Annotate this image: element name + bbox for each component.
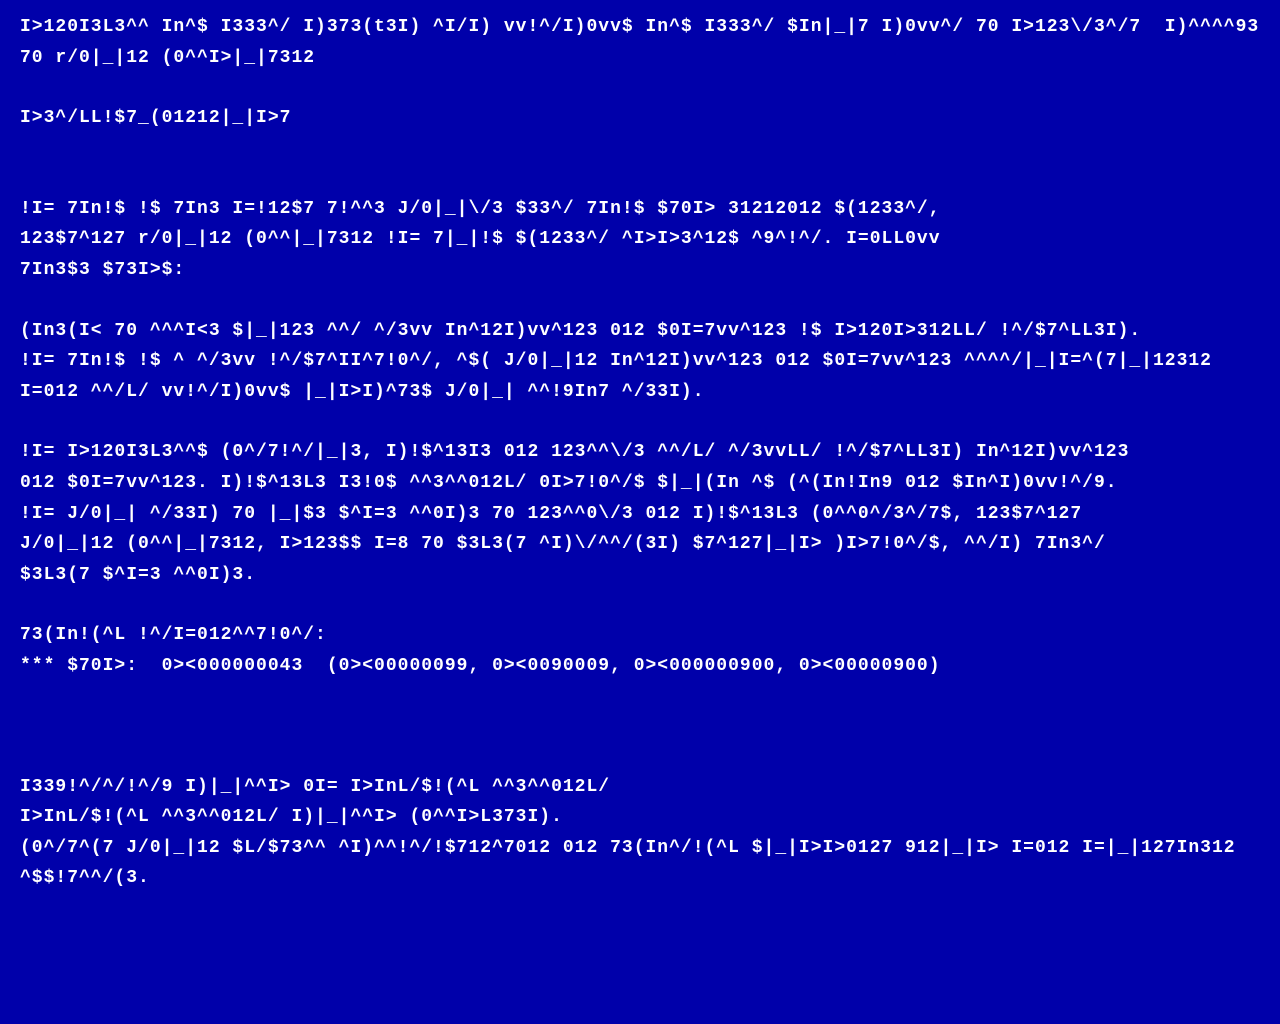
bsod-line-3: I>3^/LL!$7_(01212|_|I>7 [20,103,1260,134]
bsod-line-16: !I= J/0|_| ^/33I) 70 |_|$3 $^I=3 ^^0I)3 … [20,499,1260,530]
bsod-line-23 [20,712,1260,742]
bsod-line-11: !I= 7In!$ !$ ^ ^/3vv !^/$7^II^7!0^/, ^$(… [20,346,1260,377]
bsod-line-0: I>120I3L3^^ In^$ I333^/ I)373(t3I) ^I/I)… [20,12,1260,43]
bsod-line-24 [20,742,1260,772]
bsod-line-13 [20,407,1260,437]
bsod-line-19 [20,590,1260,620]
bsod-line-27: (0^/7^(7 J/0|_|12 $L/$73^^ ^I)^^!^/!$712… [20,833,1260,864]
bsod-line-15: 012 $0I=7vv^123. I)!$^13L3 I3!0$ ^^3^^01… [20,468,1260,499]
bsod-line-17: J/0|_|12 (0^^|_|7312, I>123$$ I=8 70 $3L… [20,529,1260,560]
bsod-line-21: *** $70I>: 0><000000043 (0><00000099, 0>… [20,651,1260,682]
bsod-line-22 [20,682,1260,712]
bsod-line-8: 7In3$3 $73I>$: [20,255,1260,286]
bsod-line-6: !I= 7In!$ !$ 7In3 I=!12$7 7!^^3 J/0|_|\/… [20,194,1260,225]
bsod-line-25: I339!^/^/!^/9 I)|_|^^I> 0I= I>InL/$!(^L … [20,772,1260,803]
bsod-line-4 [20,134,1260,164]
bsod-screen: I>120I3L3^^ In^$ I333^/ I)373(t3I) ^I/I)… [20,12,1260,894]
bsod-line-20: 73(In!(^L !^/I=012^^7!0^/: [20,620,1260,651]
bsod-line-7: 123$7^127 r/0|_|12 (0^^|_|7312 !I= 7|_|!… [20,224,1260,255]
bsod-line-10: (In3(I< 70 ^^^I<3 $|_|123 ^^/ ^/3vv In^1… [20,316,1260,347]
bsod-line-2 [20,73,1260,103]
bsod-line-18: $3L3(7 $^I=3 ^^0I)3. [20,560,1260,591]
bsod-line-5 [20,164,1260,194]
bsod-line-14: !I= I>120I3L3^^$ (0^/7!^/|_|3, I)!$^13I3… [20,437,1260,468]
bsod-line-28: ^$$!7^^/(3. [20,863,1260,894]
bsod-line-26: I>InL/$!(^L ^^3^^012L/ I)|_|^^I> (0^^I>L… [20,802,1260,833]
bsod-line-1: 70 r/0|_|12 (0^^I>|_|7312 [20,43,1260,74]
bsod-line-9 [20,286,1260,316]
bsod-line-12: I=012 ^^/L/ vv!^/I)0vv$ |_|I>I)^73$ J/0|… [20,377,1260,408]
